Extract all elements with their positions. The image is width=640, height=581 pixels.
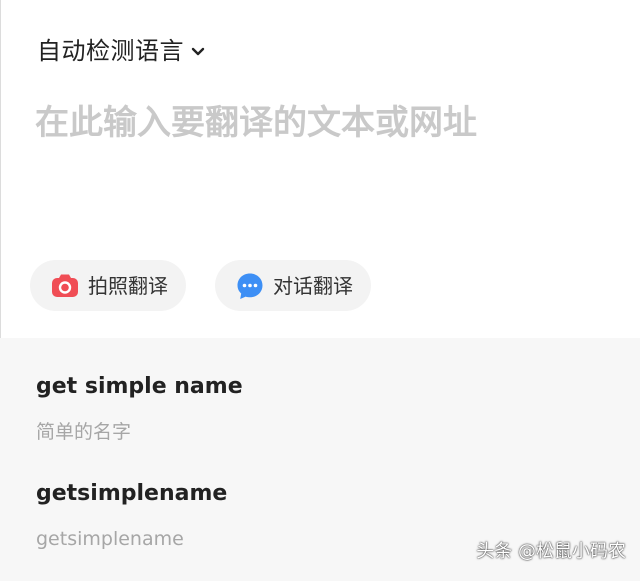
translation-text-input[interactable] (35, 96, 615, 216)
chevron-down-icon (191, 47, 205, 55)
chat-bubble-icon (237, 273, 263, 299)
photo-translate-label: 拍照翻译 (88, 273, 168, 298)
suggestion-title: get simple name (36, 374, 243, 399)
translation-input-card: 自动检测语言 拍照翻译 对话翻译 (0, 0, 640, 338)
watermark-text: 头条 @松鼠小码农 (476, 541, 626, 562)
source-language-selector[interactable]: 自动检测语言 (37, 34, 206, 68)
suggestion-title: getsimplename (36, 481, 228, 506)
source-language-label: 自动检测语言 (37, 37, 184, 65)
translation-screen: 自动检测语言 拍照翻译 对话翻译 (0, 0, 640, 581)
suggestion-item[interactable]: get simple name 简单的名字 (36, 372, 616, 444)
conversation-translate-button[interactable]: 对话翻译 (215, 260, 371, 311)
camera-icon (52, 274, 78, 297)
suggestion-translation: 简单的名字 (36, 421, 132, 443)
conversation-translate-label: 对话翻译 (273, 273, 353, 298)
photo-translate-button[interactable]: 拍照翻译 (30, 260, 186, 311)
